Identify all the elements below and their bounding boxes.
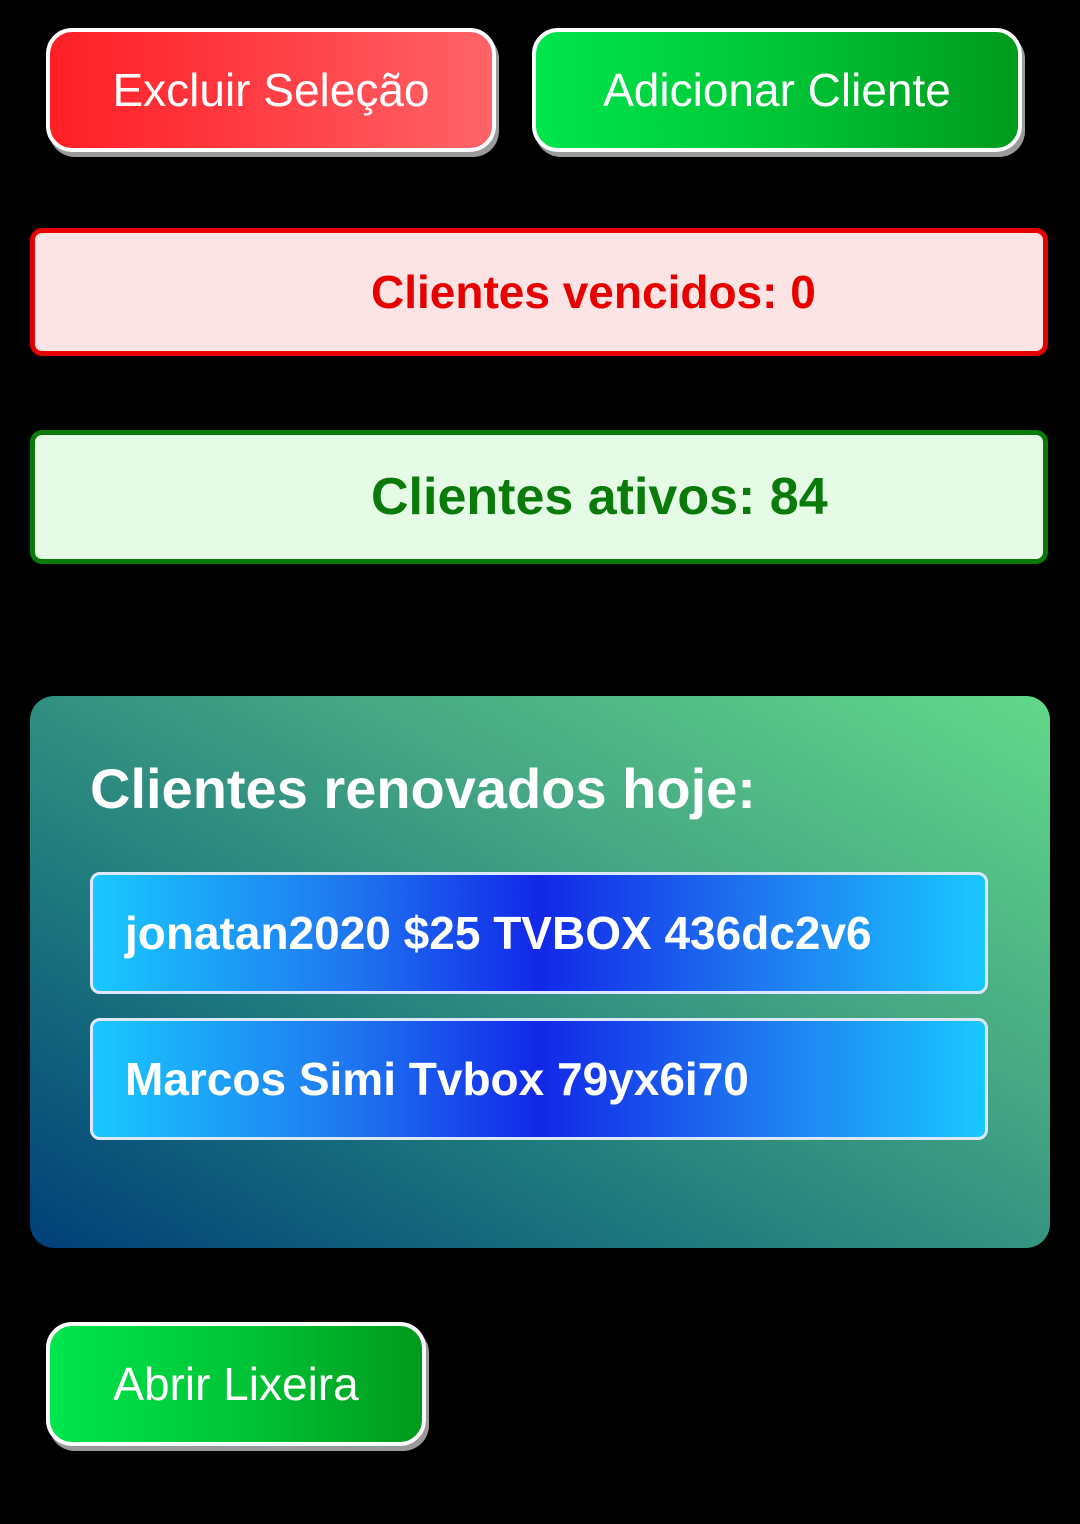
overdue-clients-banner: Clientes vencidos: 0 [30,228,1048,356]
open-trash-button[interactable]: Abrir Lixeira [46,1322,426,1446]
add-client-button[interactable]: Adicionar Cliente [532,28,1022,152]
overdue-clients-label: Clientes vencidos: 0 [371,266,816,318]
active-clients-banner: Clientes ativos: 84 [30,430,1048,564]
client-manager-screen: Excluir Seleção Adicionar Cliente Client… [0,0,1080,1524]
renewed-today-panel: Clientes renovados hoje: jonatan2020 $25… [30,696,1050,1248]
renewed-today-title: Clientes renovados hoje: [90,757,756,820]
renewed-client-item[interactable]: Marcos Simi Tvbox 79yx6i70 [90,1018,988,1140]
delete-selection-button[interactable]: Excluir Seleção [46,28,496,152]
renewed-client-item[interactable]: jonatan2020 $25 TVBOX 436dc2v6 [90,872,988,994]
active-clients-label: Clientes ativos: 84 [371,468,828,526]
